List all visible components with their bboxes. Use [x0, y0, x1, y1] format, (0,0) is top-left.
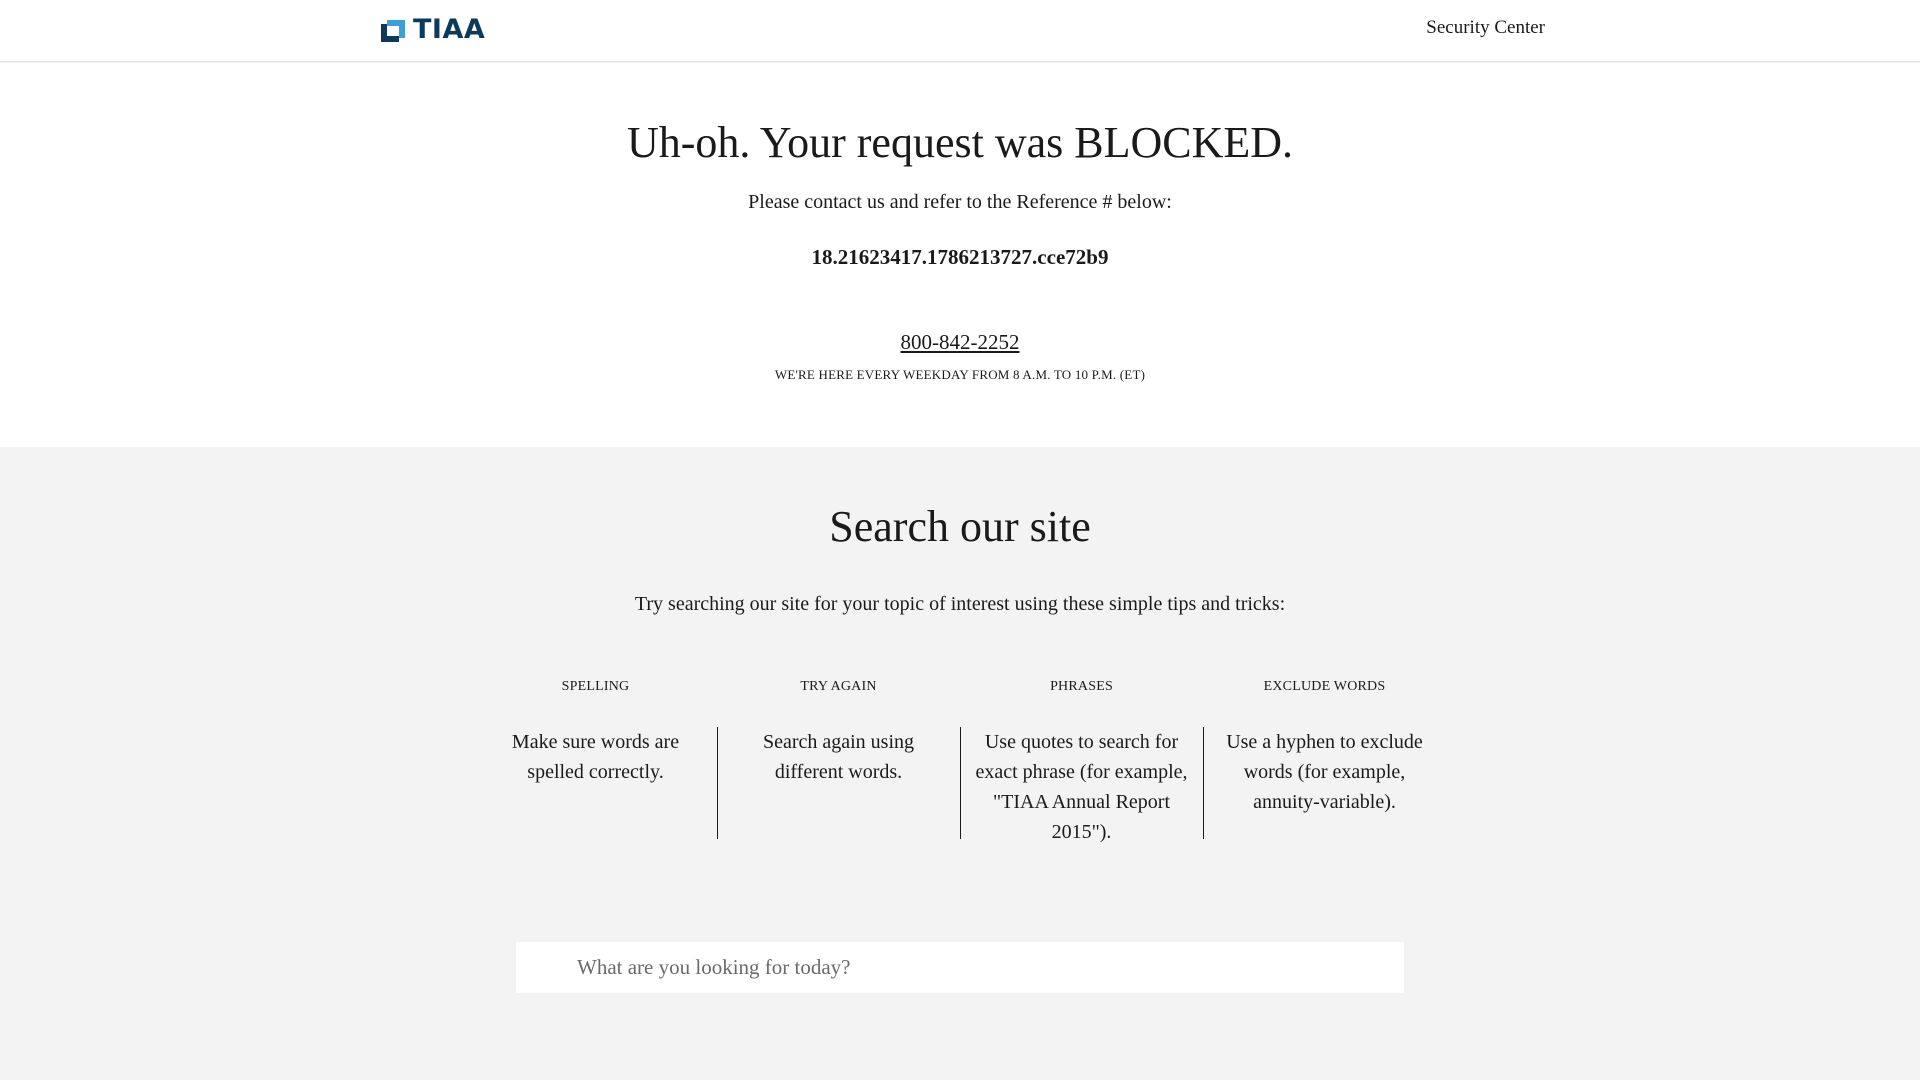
tiaa-logo-icon	[381, 20, 405, 42]
search-title: Search our site	[829, 502, 1091, 551]
tip-title: TRY AGAIN	[800, 679, 877, 694]
security-center-link[interactable]: Security Center	[1426, 17, 1545, 39]
search-input[interactable]	[516, 942, 1404, 993]
tip-try-again: TRY AGAIN Search again using different w…	[717, 677, 960, 857]
tip-title: EXCLUDE WORDS	[1263, 679, 1386, 694]
tip-body: Search again using different words.	[762, 731, 915, 783]
reference-number: 18.21623417.1786213727.cce72b9	[811, 245, 1109, 269]
search-tips: SPELLING Make sure words are spelled cor…	[474, 677, 1446, 857]
tip-title: SPELLING	[561, 679, 630, 694]
blocked-section: Uh-oh. Your request was BLOCKED. Please …	[0, 63, 1920, 447]
phone-line: 800-842-2252	[0, 328, 1920, 356]
tip-spelling: SPELLING Make sure words are spelled cor…	[474, 677, 717, 857]
search-section: Search our site Try searching our site f…	[0, 447, 1920, 1080]
search-intro: Try searching our site for your topic of…	[634, 593, 1286, 615]
blocked-title: Uh-oh. Your request was BLOCKED.	[626, 118, 1294, 167]
contact-text: Please contact us and refer to the Refer…	[748, 191, 1172, 213]
tiaa-logo[interactable]: TIAA	[379, 16, 485, 44]
phone-link[interactable]: 800-842-2252	[901, 330, 1020, 354]
tip-phrases: PHRASES Use quotes to search for exact p…	[960, 677, 1203, 857]
logo-text: TIAA	[413, 14, 486, 45]
tip-title: PHRASES	[1050, 679, 1113, 694]
tip-exclude-words: EXCLUDE WORDS Use a hyphen to exclude wo…	[1203, 677, 1446, 857]
tip-body: Use quotes to search for exact phrase (f…	[975, 731, 1188, 843]
site-header: TIAA Security Center	[0, 0, 1920, 62]
tip-body: Use a hyphen to exclude words (for examp…	[1226, 731, 1423, 813]
page: TIAA Security Center Uh-oh. Your request…	[0, 0, 1920, 1080]
search-box	[516, 942, 1404, 993]
tip-body: Make sure words are spelled correctly.	[511, 731, 680, 783]
support-hours: WE'RE HERE EVERY WEEKDAY FROM 8 A.M. TO …	[774, 367, 1146, 382]
